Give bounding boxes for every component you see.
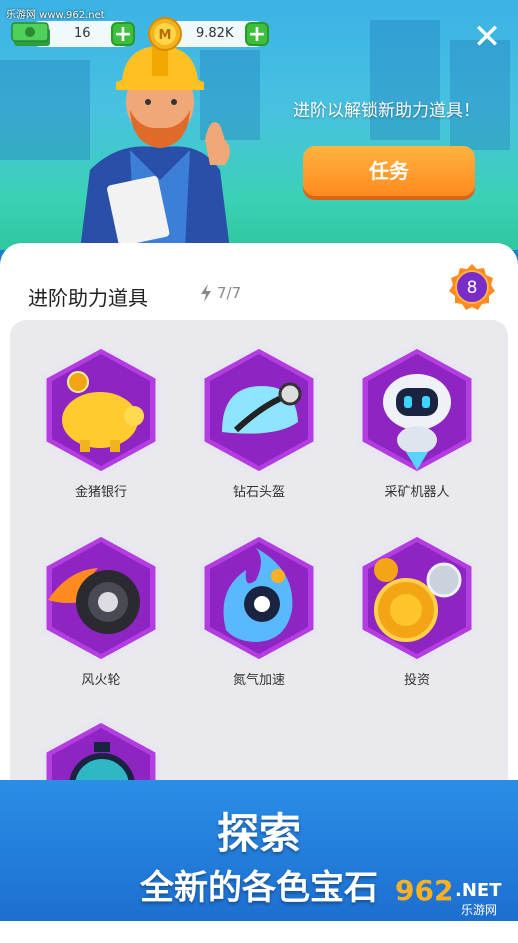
coin-icon: M: [148, 17, 182, 51]
booster-fire-wheel[interactable]: 风火轮: [38, 530, 164, 688]
booster-investment[interactable]: 投资: [354, 530, 480, 688]
worker-character-icon: [80, 46, 230, 250]
booster-label: 风火轮: [81, 673, 121, 688]
booster-counter: 7/7: [217, 284, 242, 302]
booster-diamond-helmet[interactable]: 钻石头盔: [196, 342, 322, 500]
banner-title: 探索: [216, 809, 301, 858]
booster-piggy-bank[interactable]: 金猪银行: [38, 342, 164, 500]
booster-label: 钻石头盔: [232, 485, 285, 500]
hero-message: 进阶以解锁新助力道具！: [293, 101, 480, 121]
level-number: 8: [467, 278, 478, 298]
level-badge-icon: 8: [449, 264, 495, 310]
panel-title: 进阶助力道具: [28, 286, 148, 310]
add-cash-button[interactable]: +: [111, 22, 135, 46]
nitro-boost-icon: [199, 531, 319, 665]
logo-net: .NET: [455, 880, 502, 901]
task-button[interactable]: 任务: [303, 146, 475, 196]
lightning-icon: [201, 284, 211, 302]
booster-label: 采矿机器人: [384, 485, 450, 500]
booster-label: 氮气加速: [232, 673, 285, 688]
piggy-bank-icon: [41, 343, 161, 477]
logo-sub: 乐游网: [461, 903, 497, 916]
coin-glyph: M: [159, 28, 172, 43]
coin-value: 9.82K: [196, 26, 234, 41]
booster-nitro[interactable]: 氮气加速: [196, 530, 322, 688]
cash-icon: [11, 22, 50, 46]
logo-main: 962: [395, 874, 453, 907]
mining-robot-icon: [357, 343, 477, 477]
booster-mining-robot[interactable]: 采矿机器人: [354, 342, 480, 500]
diamond-helmet-icon: [199, 343, 319, 477]
cash-value: 16: [74, 26, 91, 41]
site-logo-icon: 962 .NET 乐游网: [395, 874, 502, 916]
close-button[interactable]: ✕: [470, 20, 504, 56]
add-coins-button[interactable]: +: [245, 22, 269, 46]
investment-gears-icon: [357, 531, 477, 665]
booster-label: 金猪银行: [74, 485, 127, 500]
booster-label: 投资: [403, 673, 430, 688]
fire-wheel-icon: [41, 531, 161, 665]
